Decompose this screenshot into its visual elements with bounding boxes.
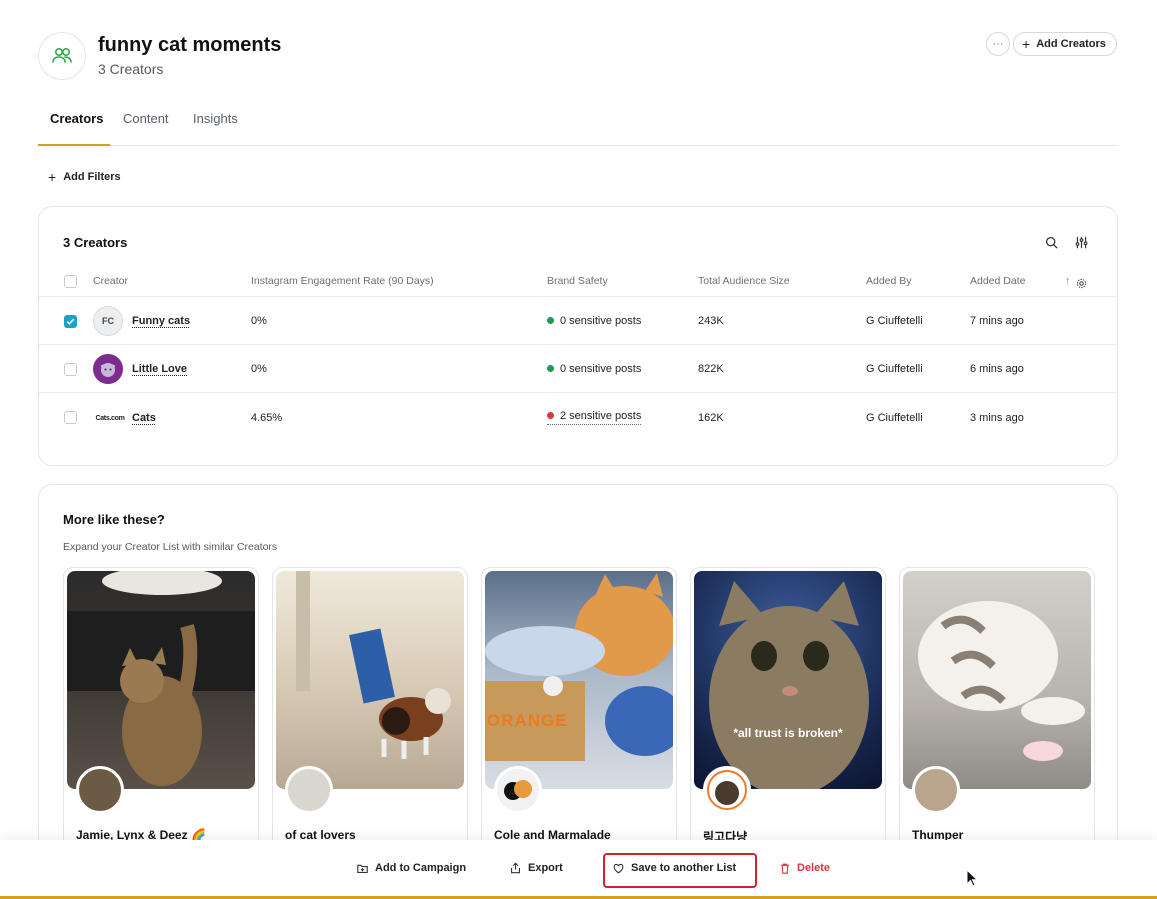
add-creators-button[interactable]: + Add Creators [1013, 32, 1117, 56]
column-settings-icon[interactable] [1075, 236, 1088, 254]
column-header-audience[interactable]: Total Audience Size [698, 275, 790, 287]
add-filters-button[interactable]: + Add Filters [48, 169, 121, 185]
column-header-added-date[interactable]: Added Date [970, 275, 1025, 287]
column-header-creator[interactable]: Creator [93, 275, 128, 287]
tab-creators[interactable]: Creators [50, 111, 103, 126]
creator-avatar [703, 766, 751, 814]
avatar: FC [93, 306, 123, 336]
engagement-rate: 4.65% [251, 412, 282, 424]
creator-thumbnail: *all trust is broken* [694, 571, 882, 789]
add-creators-label: Add Creators [1036, 38, 1106, 50]
add-filters-label: Add Filters [63, 171, 120, 183]
folder-plus-icon [357, 863, 368, 874]
column-header-added-by[interactable]: Added By [866, 275, 912, 287]
page-title: funny cat moments [98, 34, 281, 57]
suggestions-subtitle: Expand your Creator List with similar Cr… [63, 541, 277, 553]
brand-safety-label: 0 sensitive posts [560, 363, 641, 375]
trash-icon [780, 863, 790, 874]
users-icon [38, 32, 86, 80]
add-to-campaign-button[interactable]: Add to Campaign [357, 862, 466, 874]
brand-safety-status: 0 sensitive posts [547, 315, 641, 327]
brand-safety-status[interactable]: 2 sensitive posts [547, 410, 641, 422]
suggested-creator-card[interactable]: *all trust is broken* 링고다냥 [690, 567, 886, 867]
status-dot-icon [547, 317, 554, 324]
column-header-engagement[interactable]: Instagram Engagement Rate (90 Days) [251, 275, 434, 287]
creator-avatar [285, 766, 333, 814]
save-to-list-label: Save to another List [631, 862, 736, 874]
column-header-brand-safety[interactable]: Brand Safety [547, 275, 608, 287]
add-to-campaign-label: Add to Campaign [375, 862, 466, 874]
bulk-action-bar: Add to Campaign Export Save to another L… [0, 840, 1157, 899]
status-dot-icon [547, 365, 554, 372]
mouse-cursor-icon [966, 869, 978, 892]
creator-thumbnail: ORANGE [485, 571, 673, 789]
search-icon[interactable] [1045, 236, 1058, 254]
tab-bar: Creators Content Insights [38, 104, 1118, 146]
creator-thumbnail [67, 571, 255, 789]
added-by: G Ciuffetelli [866, 412, 923, 424]
table-row[interactable]: Cats.com Cats 4.65% 2 sensitive posts 16… [39, 392, 1117, 441]
suggestions-title: More like these? [63, 512, 165, 527]
audience-size: 822K [698, 363, 724, 375]
creator-name-link[interactable]: Funny cats [132, 315, 190, 327]
tab-insights[interactable]: Insights [193, 111, 238, 126]
added-date: 6 mins ago [970, 363, 1024, 375]
more-options-button[interactable]: ··· [986, 32, 1010, 56]
plus-icon: + [48, 169, 56, 185]
similar-creators-card: More like these? Expand your Creator Lis… [38, 484, 1118, 899]
avatar [93, 354, 123, 384]
gear-icon[interactable] [1076, 276, 1087, 294]
engagement-rate: 0% [251, 315, 267, 327]
export-icon [510, 862, 521, 874]
added-date: 7 mins ago [970, 315, 1024, 327]
save-to-another-list-button[interactable]: Save to another List [613, 862, 736, 874]
suggested-creator-card[interactable]: ORANGE Cole and Marmalade [481, 567, 677, 867]
brand-logo: Cats.com [93, 403, 127, 433]
select-all-checkbox[interactable] [64, 275, 77, 288]
plus-icon: + [1022, 37, 1030, 51]
added-by: G Ciuffetelli [866, 363, 923, 375]
status-dot-icon [547, 412, 554, 419]
creator-thumbnail [276, 571, 464, 789]
suggested-creator-card[interactable]: Jamie, Lynx & Deez 🌈 [63, 567, 259, 867]
row-checkbox[interactable] [64, 363, 77, 376]
row-checkbox[interactable] [64, 411, 77, 424]
audience-size: 243K [698, 315, 724, 327]
creators-table-card: 3 Creators Creator Instagram Engagement … [38, 206, 1118, 466]
brand-safety-label: 2 sensitive posts [560, 410, 641, 422]
suggested-creator-card[interactable]: Thumper [899, 567, 1095, 867]
heart-icon [613, 863, 624, 874]
added-date: 3 mins ago [970, 412, 1024, 424]
audience-size: 162K [698, 412, 724, 424]
tab-content[interactable]: Content [123, 111, 169, 126]
export-button[interactable]: Export [510, 862, 563, 874]
table-row[interactable]: Little Love 0% 0 sensitive posts 822K G … [39, 344, 1117, 392]
creator-avatar [912, 766, 960, 814]
creator-thumbnail [903, 571, 1091, 789]
delete-label: Delete [797, 862, 830, 874]
brand-safety-status: 0 sensitive posts [547, 363, 641, 375]
creator-name-link[interactable]: Little Love [132, 363, 187, 375]
list-header: funny cat moments 3 Creators ··· + Add C… [38, 32, 1118, 92]
engagement-rate: 0% [251, 363, 267, 375]
creator-avatar [76, 766, 124, 814]
creator-avatar [494, 766, 542, 814]
sort-arrow-icon[interactable]: ↑ [1065, 275, 1070, 287]
delete-button[interactable]: Delete [780, 862, 830, 874]
creator-count: 3 Creators [98, 61, 163, 77]
suggested-creator-card[interactable]: of cat lovers [272, 567, 468, 867]
creator-name-link[interactable]: Cats [132, 412, 156, 424]
table-title: 3 Creators [63, 235, 127, 250]
added-by: G Ciuffetelli [866, 315, 923, 327]
box-overlay-text: ORANGE [487, 711, 568, 731]
active-tab-indicator [38, 144, 110, 146]
brand-safety-label: 0 sensitive posts [560, 315, 641, 327]
export-label: Export [528, 862, 563, 874]
table-row[interactable]: FC Funny cats 0% 0 sensitive posts 243K … [39, 296, 1117, 344]
row-checkbox[interactable] [64, 315, 77, 328]
image-caption: *all trust is broken* [694, 726, 882, 740]
